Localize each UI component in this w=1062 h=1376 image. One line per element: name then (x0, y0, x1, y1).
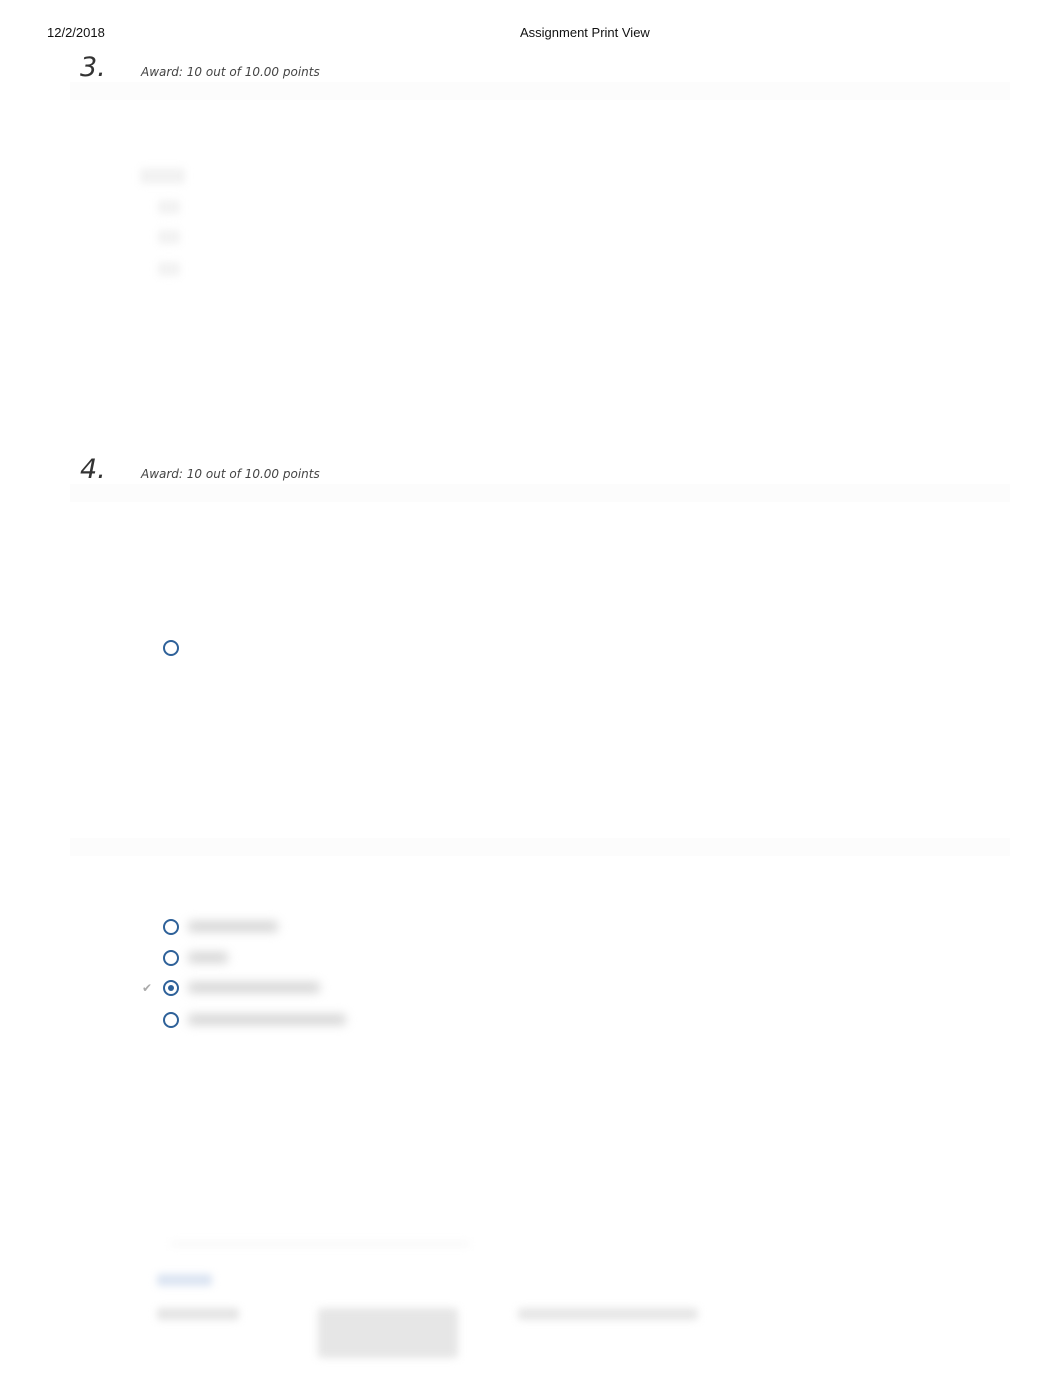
radio-button[interactable] (163, 950, 179, 966)
blurred-content (318, 1308, 458, 1358)
radio-button-selected[interactable] (163, 980, 179, 996)
question-number: 3. (80, 52, 106, 83)
option-label (188, 921, 278, 932)
blurred-content (158, 262, 180, 276)
blurred-content (158, 230, 180, 244)
radio-button[interactable] (163, 640, 179, 656)
page-title: Assignment Print View (520, 25, 650, 40)
blurred-content (158, 200, 180, 214)
option-label (188, 1014, 346, 1025)
option-label (188, 982, 320, 993)
blurred-content (518, 1308, 698, 1320)
question-band (70, 838, 1010, 856)
radio-button[interactable] (163, 919, 179, 935)
blurred-content (157, 1308, 239, 1320)
blurred-content (170, 1242, 470, 1246)
award-text: Award: 10 out of 10.00 points (141, 467, 320, 481)
question-number: 4. (80, 454, 106, 485)
award-text: Award: 10 out of 10.00 points (141, 65, 320, 79)
radio-button[interactable] (163, 1012, 179, 1028)
blurred-link (157, 1274, 212, 1286)
blurred-content (140, 168, 185, 184)
question-band (70, 82, 1010, 100)
question-band (70, 484, 1010, 502)
print-date: 12/2/2018 (47, 25, 105, 40)
check-icon: ✔ (142, 981, 153, 995)
option-label (188, 952, 228, 963)
